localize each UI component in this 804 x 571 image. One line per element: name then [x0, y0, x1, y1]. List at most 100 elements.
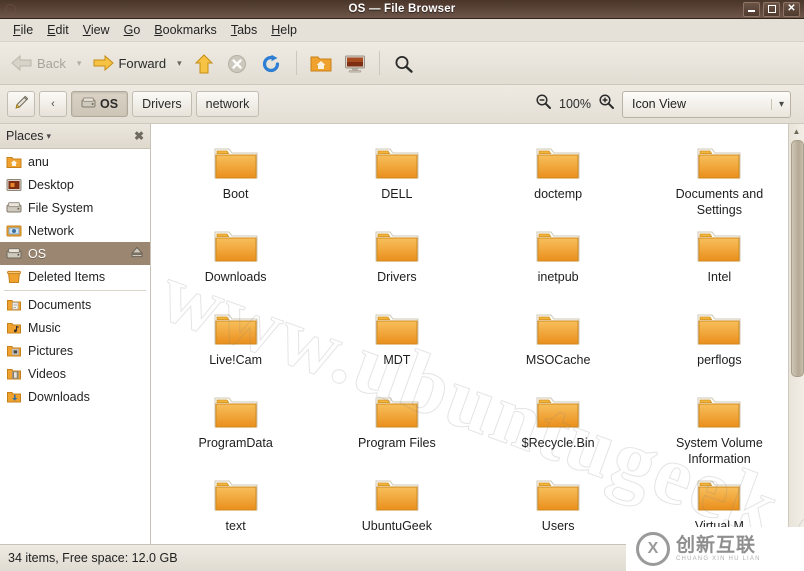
file-item[interactable]: MSOCache: [478, 302, 639, 385]
file-label: MDT: [383, 353, 411, 367]
eject-icon[interactable]: [130, 245, 144, 262]
menu-edit-rest: dit: [55, 23, 69, 37]
sidebar-item-os[interactable]: OS: [0, 242, 150, 265]
places-header[interactable]: Places ▾ ✖: [0, 124, 150, 149]
menu-tabs[interactable]: Tabs: [224, 21, 264, 39]
folder-icon: [697, 397, 741, 428]
drive-icon: [6, 201, 22, 212]
file-label: MSOCache: [525, 353, 591, 367]
forward-button[interactable]: Forward: [87, 51, 171, 75]
file-label: ProgramData: [198, 436, 273, 450]
file-item[interactable]: inetpub: [478, 219, 639, 302]
file-item[interactable]: Program Files: [316, 385, 477, 468]
sidebar-item-videos[interactable]: Videos: [0, 362, 150, 385]
sidebar-item-pictures[interactable]: Pictures: [0, 339, 150, 362]
file-item[interactable]: Users: [478, 468, 639, 544]
icon-grid: Boot DELL doctemp Documents and Settings…: [151, 124, 804, 544]
file-label: doctemp: [534, 187, 583, 201]
minimize-button[interactable]: [743, 1, 760, 17]
logo-chinese-name: 创新互联: [676, 534, 757, 556]
file-item[interactable]: MDT: [316, 302, 477, 385]
breadcrumb-os[interactable]: OS: [71, 91, 129, 117]
back-history-caret[interactable]: ▾: [73, 58, 86, 69]
menu-view[interactable]: View: [76, 21, 117, 39]
menu-go[interactable]: Go: [117, 21, 148, 39]
breadcrumb-drivers[interactable]: Drivers: [132, 91, 192, 117]
zoom-out-button[interactable]: [535, 93, 552, 115]
breadcrumb-network[interactable]: network: [195, 91, 260, 117]
vertical-scrollbar[interactable]: ▲: [788, 124, 804, 544]
folder-icon: [375, 480, 419, 511]
back-label: Back: [37, 55, 66, 71]
drive-icon: [81, 96, 96, 113]
menu-file[interactable]: File: [6, 21, 40, 39]
logo-pinyin: CHUANG XIN HU LIAN: [676, 555, 761, 562]
places-list: anu Desktop File System Network OS Delet…: [0, 149, 150, 544]
folder-icon: [536, 480, 580, 511]
toolbar-separator-1: [295, 51, 297, 75]
file-item[interactable]: text: [155, 468, 316, 544]
window-menu-icon[interactable]: [0, 3, 20, 15]
scroll-up-button[interactable]: ▲: [789, 124, 804, 138]
file-item[interactable]: perflogs: [639, 302, 800, 385]
menu-help[interactable]: Help: [264, 21, 304, 39]
scrollbar-thumb[interactable]: [791, 140, 804, 378]
search-button[interactable]: [388, 51, 420, 75]
file-item[interactable]: DELL: [316, 136, 477, 219]
file-item[interactable]: Downloads: [155, 219, 316, 302]
file-item[interactable]: Boot: [155, 136, 316, 219]
maximize-button[interactable]: [763, 1, 780, 17]
view-mode-select[interactable]: Icon View ▾: [622, 90, 791, 118]
pictures-icon: [7, 345, 21, 356]
file-item[interactable]: doctemp: [478, 136, 639, 219]
file-item[interactable]: $Recycle.Bin: [478, 385, 639, 468]
logo-mark-icon: X: [636, 532, 670, 566]
folder-icon: [214, 231, 258, 262]
file-item[interactable]: ProgramData: [155, 385, 316, 468]
sidebar: Places ▾ ✖ anu Desktop File System Netwo…: [0, 124, 151, 544]
menu-edit[interactable]: Edit: [40, 21, 76, 39]
edit-location-button[interactable]: [7, 91, 35, 117]
sidebar-item-network[interactable]: Network: [0, 219, 150, 242]
sidebar-item-desktop[interactable]: Desktop: [0, 173, 150, 196]
computer-button[interactable]: [339, 51, 371, 75]
sidebar-item-anu[interactable]: anu: [0, 150, 150, 173]
file-item[interactable]: UbuntuGeek: [316, 468, 477, 544]
file-item[interactable]: Intel: [639, 219, 800, 302]
sidebar-item-deleted-items[interactable]: Deleted Items: [0, 265, 150, 288]
up-button[interactable]: [188, 51, 220, 75]
file-item[interactable]: Drivers: [316, 219, 477, 302]
stop-button[interactable]: [222, 51, 254, 75]
site-logo-badge: X 创新互联 CHUANG XIN HU LIAN: [626, 527, 804, 571]
sidebar-item-downloads[interactable]: Downloads: [0, 385, 150, 408]
location-bar: ‹ OS Drivers network 100% Icon View ▾: [0, 85, 804, 124]
back-button[interactable]: Back: [6, 51, 71, 75]
file-item[interactable]: Live!Cam: [155, 302, 316, 385]
scrollbar-track[interactable]: [789, 138, 804, 544]
file-item[interactable]: Documents and Settings: [639, 136, 800, 219]
sidebar-close-button[interactable]: ✖: [134, 130, 144, 142]
file-icon-view[interactable]: Boot DELL doctemp Documents and Settings…: [151, 124, 804, 544]
path-scroll-left-button[interactable]: ‹: [39, 91, 67, 117]
zoom-in-button[interactable]: [598, 93, 615, 115]
close-button[interactable]: ✕: [783, 1, 800, 17]
file-label: inetpub: [537, 270, 579, 284]
zoom-controls: 100% Icon View ▾: [535, 90, 797, 118]
sidebar-item-documents[interactable]: Documents: [0, 293, 150, 316]
videos-icon: [7, 368, 21, 379]
forward-history-caret[interactable]: ▾: [173, 58, 186, 69]
sidebar-item-music[interactable]: Music: [0, 316, 150, 339]
folder-icon: [536, 148, 580, 179]
reload-button[interactable]: [256, 51, 288, 75]
sidebar-item-file-system[interactable]: File System: [0, 196, 150, 219]
home-button[interactable]: [305, 51, 337, 75]
toolbar: Back ▾ Forward ▾: [0, 42, 804, 85]
menu-bookmarks[interactable]: Bookmarks: [147, 21, 224, 39]
window-title: OS — File Browser: [348, 3, 456, 15]
file-item[interactable]: System Volume Information: [639, 385, 800, 468]
folder-icon: [375, 231, 419, 262]
reload-icon: [261, 54, 283, 73]
up-arrow-icon: [193, 54, 215, 74]
file-label: $Recycle.Bin: [521, 436, 595, 450]
menu-file-rest: ile: [20, 23, 34, 37]
